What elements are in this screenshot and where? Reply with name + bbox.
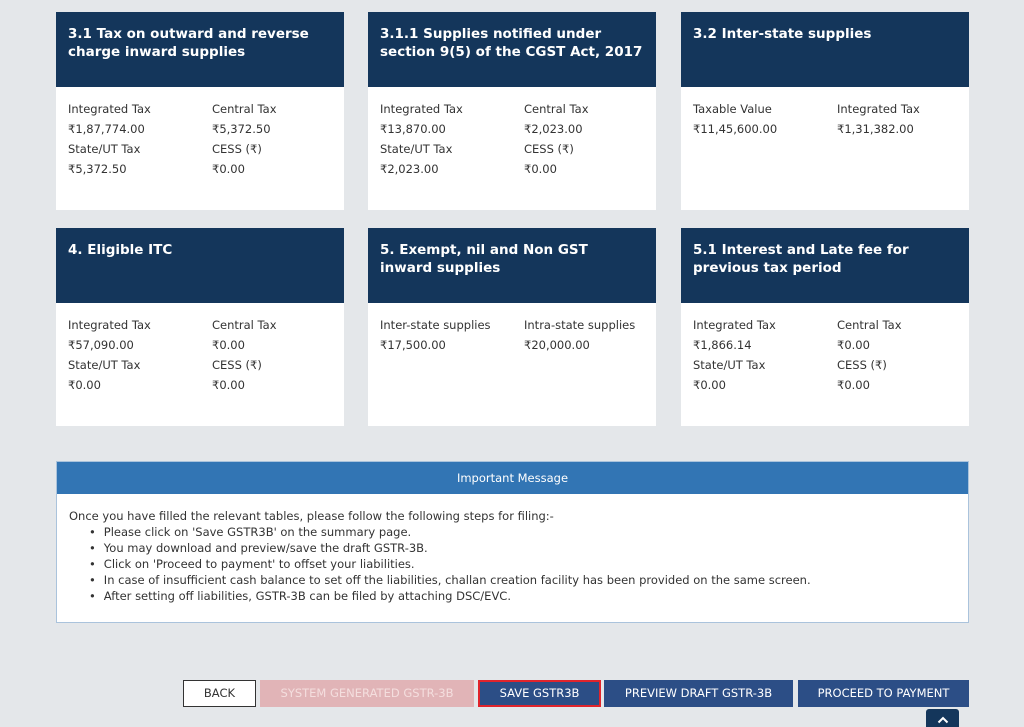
card-title: 4. Eligible ITC <box>56 228 344 303</box>
field-label: Central Tax <box>212 318 277 332</box>
field-label: Central Tax <box>837 318 902 332</box>
field-label: State/UT Tax <box>380 142 453 156</box>
card-5-exempt-nil-non-gst[interactable]: 5. Exempt, nil and Non GST inward suppli… <box>368 228 656 426</box>
field-label: Integrated Tax <box>837 102 920 116</box>
preview-draft-gstr3b-button[interactable]: PREVIEW DRAFT GSTR-3B <box>604 680 793 707</box>
scroll-to-top-button[interactable] <box>926 709 959 727</box>
field-label: CESS (₹) <box>212 358 262 372</box>
field-value: ₹0.00 <box>212 162 245 176</box>
important-message-steps: Please click on 'Save GSTR3B' on the sum… <box>89 524 956 604</box>
field-label: CESS (₹) <box>212 142 262 156</box>
field-value: ₹1,866.14 <box>693 338 752 352</box>
field-value: ₹0.00 <box>68 378 101 392</box>
field-value: ₹0.00 <box>837 378 870 392</box>
field-value: ₹0.00 <box>212 338 245 352</box>
field-label: Intra-state supplies <box>524 318 636 332</box>
card-title: 5. Exempt, nil and Non GST inward suppli… <box>368 228 656 303</box>
field-label: State/UT Tax <box>68 358 141 372</box>
field-value: ₹5,372.50 <box>212 122 271 136</box>
card-3-2-inter-state[interactable]: 3.2 Inter-state supplies Taxable Value I… <box>681 12 969 210</box>
step-item: Click on 'Proceed to payment' to offset … <box>89 556 956 572</box>
field-label: Integrated Tax <box>68 102 151 116</box>
field-value: ₹57,090.00 <box>68 338 134 352</box>
card-3-1-1-section-9-5[interactable]: 3.1.1 Supplies notified under section 9(… <box>368 12 656 210</box>
field-value: ₹5,372.50 <box>68 162 127 176</box>
save-gstr3b-button[interactable]: SAVE GSTR3B <box>478 680 601 707</box>
field-value: ₹20,000.00 <box>524 338 590 352</box>
step-item: In case of insufficient cash balance to … <box>89 572 956 588</box>
field-label: CESS (₹) <box>837 358 887 372</box>
step-item: You may download and preview/save the dr… <box>89 540 956 556</box>
field-label: Integrated Tax <box>693 318 776 332</box>
field-value: ₹0.00 <box>212 378 245 392</box>
back-button[interactable]: BACK <box>183 680 256 707</box>
important-message-intro: Once you have filled the relevant tables… <box>69 509 554 523</box>
field-label: Integrated Tax <box>380 102 463 116</box>
card-4-eligible-itc[interactable]: 4. Eligible ITC Integrated Tax Central T… <box>56 228 344 426</box>
field-value: ₹17,500.00 <box>380 338 446 352</box>
field-value: ₹1,87,774.00 <box>68 122 145 136</box>
field-label: Central Tax <box>524 102 589 116</box>
step-item: After setting off liabilities, GSTR-3B c… <box>89 588 956 604</box>
important-message-panel: Important Message Once you have filled t… <box>56 461 969 623</box>
field-value: ₹13,870.00 <box>380 122 446 136</box>
field-value: ₹0.00 <box>524 162 557 176</box>
field-value: ₹0.00 <box>837 338 870 352</box>
card-title: 3.1 Tax on outward and reverse charge in… <box>56 12 344 87</box>
field-label: Taxable Value <box>693 102 772 116</box>
field-value: ₹2,023.00 <box>524 122 583 136</box>
field-label: Inter-state supplies <box>380 318 491 332</box>
proceed-to-payment-button[interactable]: PROCEED TO PAYMENT <box>798 680 969 707</box>
important-message-title: Important Message <box>57 462 968 494</box>
card-5-1-interest-late-fee[interactable]: 5.1 Interest and Late fee for previous t… <box>681 228 969 426</box>
field-value: ₹0.00 <box>693 378 726 392</box>
field-label: State/UT Tax <box>693 358 766 372</box>
card-title: 3.1.1 Supplies notified under section 9(… <box>368 12 656 87</box>
field-label: Integrated Tax <box>68 318 151 332</box>
field-label: CESS (₹) <box>524 142 574 156</box>
field-label: State/UT Tax <box>68 142 141 156</box>
card-3-1-outward-supplies[interactable]: 3.1 Tax on outward and reverse charge in… <box>56 12 344 210</box>
field-label: Central Tax <box>212 102 277 116</box>
system-generated-gstr3b-button[interactable]: SYSTEM GENERATED GSTR-3B <box>260 680 474 707</box>
field-value: ₹11,45,600.00 <box>693 122 778 136</box>
card-title: 5.1 Interest and Late fee for previous t… <box>681 228 969 303</box>
card-title: 3.2 Inter-state supplies <box>681 12 969 87</box>
field-value: ₹1,31,382.00 <box>837 122 914 136</box>
field-value: ₹2,023.00 <box>380 162 439 176</box>
step-item: Please click on 'Save GSTR3B' on the sum… <box>89 524 956 540</box>
chevron-up-icon <box>937 709 949 727</box>
